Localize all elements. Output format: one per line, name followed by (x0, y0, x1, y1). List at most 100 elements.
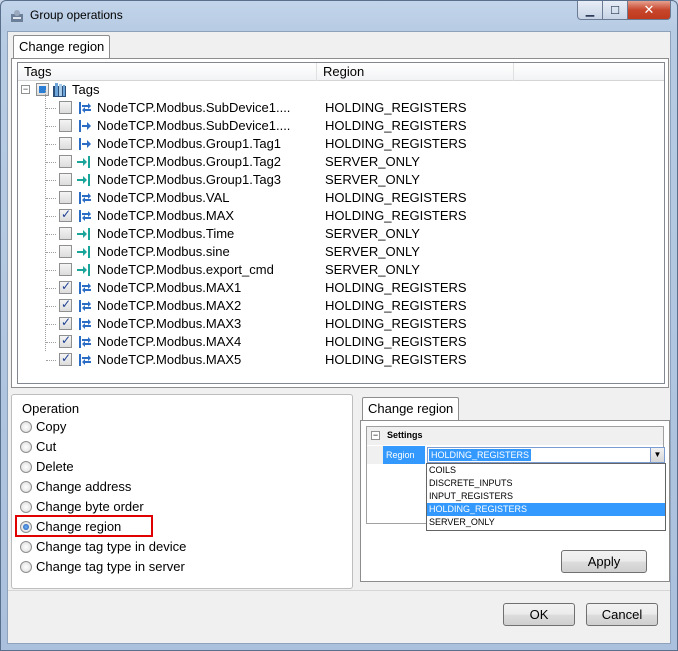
tag-name: NodeTCP.Modbus.Time (97, 226, 235, 241)
tag-checkbox[interactable] (59, 101, 72, 114)
dropdown-option[interactable]: INPUT_REGISTERS (427, 490, 665, 503)
tree-guide-branch (46, 108, 56, 109)
tag-region: HOLDING_REGISTERS (325, 334, 467, 349)
tree-row[interactable]: NodeTCP.Modbus.Time SERVER_ONLY (18, 225, 664, 243)
tag-name: NodeTCP.Modbus.MAX5 (97, 352, 242, 367)
dropdown-option[interactable]: COILS (427, 464, 665, 477)
radio-label[interactable]: Cut (36, 439, 56, 454)
property-row-region[interactable]: Region HOLDING_REGISTERS ▼ (367, 446, 665, 464)
root-checkbox[interactable] (36, 83, 49, 96)
server-tag-icon (77, 156, 90, 168)
tag-checkbox[interactable] (59, 191, 72, 204)
tag-checkbox[interactable] (59, 263, 72, 276)
bidirectional-tag-icon (79, 318, 91, 330)
radio-label[interactable]: Change byte order (36, 499, 144, 514)
tag-region: HOLDING_REGISTERS (325, 100, 467, 115)
minimize-button[interactable]: ▁ (577, 1, 603, 20)
tag-region: HOLDING_REGISTERS (325, 208, 467, 223)
tag-checkbox[interactable] (59, 297, 72, 312)
tab-change-region-settings[interactable]: Change region (362, 397, 460, 421)
tag-checkbox[interactable] (59, 119, 72, 132)
tag-checkbox[interactable] (59, 351, 72, 366)
region-combobox[interactable]: HOLDING_REGISTERS ▼ (427, 447, 665, 463)
tree-root-row[interactable]: − Tags (18, 81, 664, 99)
tag-checkbox[interactable] (59, 279, 72, 294)
tag-name: NodeTCP.Modbus.MAX4 (97, 334, 242, 349)
radio-button[interactable] (20, 501, 32, 513)
tree-row[interactable]: NodeTCP.Modbus.MAX HOLDING_REGISTERS (18, 207, 664, 225)
tree-row[interactable]: NodeTCP.Modbus.sine SERVER_ONLY (18, 243, 664, 261)
tree-row[interactable]: NodeTCP.Modbus.VAL HOLDING_REGISTERS (18, 189, 664, 207)
dropdown-option[interactable]: HOLDING_REGISTERS (427, 503, 665, 516)
region-dropdown-list[interactable]: COILS DISCRETE_INPUTS INPUT_REGISTERS HOLDI… (426, 463, 666, 531)
tag-checkbox[interactable] (59, 245, 72, 258)
tree-row[interactable]: NodeTCP.Modbus.MAX3 HOLDING_REGISTERS (18, 315, 664, 333)
radio-button[interactable] (20, 421, 32, 433)
tag-checkbox[interactable] (59, 155, 72, 168)
tag-checkbox[interactable] (59, 207, 72, 222)
cancel-button[interactable]: Cancel (586, 603, 658, 626)
tree-row[interactable]: NodeTCP.Modbus.Group1.Tag1 HOLDING_REGIST… (18, 135, 664, 153)
tag-name: NodeTCP.Modbus.Group1.Tag3 (97, 172, 282, 187)
collapse-icon[interactable]: − (21, 85, 30, 94)
radio-label[interactable]: Change address (36, 479, 131, 494)
dropdown-option[interactable]: DISCRETE_INPUTS (427, 477, 665, 490)
tree-guide-branch (46, 216, 56, 217)
tree-row[interactable]: NodeTCP.Modbus.MAX1 HOLDING_REGISTERS (18, 279, 664, 297)
radio-button[interactable] (20, 561, 32, 573)
title-bar[interactable]: Group operations ▁ ☐ ✕ (1, 1, 677, 31)
tag-checkbox[interactable] (59, 173, 72, 186)
change-region-highlight (15, 515, 153, 537)
tree-row[interactable]: NodeTCP.Modbus.Group1.Tag2 SERVER_ONLY (18, 153, 664, 171)
tag-region: SERVER_ONLY (325, 154, 420, 169)
category-collapse-icon[interactable]: − (371, 431, 380, 440)
tree-row[interactable]: NodeTCP.Modbus.MAX5 HOLDING_REGISTERS (18, 351, 664, 369)
dialog-client-area: Change region Tags Region − Tags NodeTCP… (7, 31, 671, 644)
tag-region: SERVER_ONLY (325, 262, 420, 277)
radio-button[interactable] (20, 481, 32, 493)
tag-checkbox[interactable] (59, 227, 72, 240)
radio-label[interactable]: Change tag type in server (36, 559, 185, 574)
tag-checkbox[interactable] (59, 137, 72, 150)
tree-row[interactable]: NodeTCP.Modbus.export_cmd SERVER_ONLY (18, 261, 664, 279)
tree-row[interactable]: NodeTCP.Modbus.Group1.Tag3 SERVER_ONLY (18, 171, 664, 189)
tree-row[interactable]: NodeTCP.Modbus.MAX4 HOLDING_REGISTERS (18, 333, 664, 351)
column-header-region[interactable]: Region (317, 63, 514, 81)
bidirectional-tag-icon (79, 192, 91, 204)
column-header-tags[interactable]: Tags (18, 63, 317, 81)
ok-button[interactable]: OK (503, 603, 575, 626)
radio-button[interactable] (20, 441, 32, 453)
property-category-row[interactable]: − Settings (367, 427, 663, 445)
radio-button[interactable] (20, 461, 32, 473)
radio-label[interactable]: Delete (36, 459, 74, 474)
tab-change-region[interactable]: Change region (13, 35, 111, 59)
apply-button[interactable]: Apply (561, 550, 647, 573)
radio-label[interactable]: Copy (36, 419, 66, 434)
tag-region: HOLDING_REGISTERS (325, 298, 467, 313)
tree-row[interactable]: NodeTCP.Modbus.MAX2 HOLDING_REGISTERS (18, 297, 664, 315)
tree-guide-branch (46, 252, 56, 253)
tree-guide-branch (46, 144, 56, 145)
server-tag-icon (77, 174, 90, 186)
tag-region: HOLDING_REGISTERS (325, 136, 467, 151)
tag-region: SERVER_ONLY (325, 226, 420, 241)
tag-checkbox[interactable] (59, 315, 72, 330)
tree-guide-branch (46, 234, 56, 235)
radio-label[interactable]: Change tag type in device (36, 539, 186, 554)
dropdown-option[interactable]: SERVER_ONLY (427, 516, 665, 529)
close-button[interactable]: ✕ (628, 1, 671, 20)
tag-region: HOLDING_REGISTERS (325, 316, 467, 331)
tag-checkbox[interactable] (59, 333, 72, 348)
tag-tree[interactable]: Tags Region − Tags NodeTCP.Modbus.SubDev… (17, 62, 665, 384)
radio-button[interactable] (20, 541, 32, 553)
tree-row[interactable]: NodeTCP.Modbus.SubDevice1.... HOLDING_REG… (18, 99, 664, 117)
tree-row[interactable]: NodeTCP.Modbus.SubDevice1.... HOLDING_REG… (18, 117, 664, 135)
tree-guide-branch (46, 198, 56, 199)
maximize-button[interactable]: ☐ (603, 1, 628, 20)
server-tag-icon (77, 264, 90, 276)
dropdown-arrow-icon[interactable]: ▼ (650, 448, 664, 462)
tree-guide-branch (46, 324, 56, 325)
category-label: Settings (387, 430, 423, 440)
tag-name: NodeTCP.Modbus.Group1.Tag1 (97, 136, 282, 151)
tag-name: NodeTCP.Modbus.sine (97, 244, 230, 259)
